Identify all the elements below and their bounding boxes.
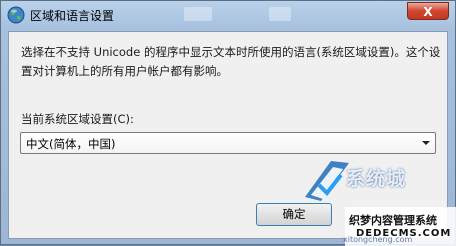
title-bar[interactable]: 区域和语言设置 X	[1, 1, 455, 31]
window-title: 区域和语言设置	[30, 9, 115, 23]
background-tab	[269, 7, 291, 21]
globe-icon	[7, 6, 25, 24]
description-text: 选择在不支持 Unicode 的程序中显示文本时所使用的语言(系统区域设置)。这…	[21, 45, 441, 78]
watermark-site-domain: xitongcheng.com	[343, 235, 413, 244]
chevron-down-icon[interactable]	[422, 141, 430, 145]
ok-button[interactable]: 确定	[256, 203, 332, 226]
select-value: 中文(简体，中国)	[26, 137, 116, 151]
watermark-cms-text: 织梦内容管理系统	[349, 214, 437, 227]
background-tab	[184, 7, 212, 21]
system-locale-label: 当前系统区域设置(C):	[21, 112, 134, 126]
system-locale-select[interactable]: 中文(简体，中国)	[20, 132, 436, 154]
dialog-window: 区域和语言设置 X 选择在不支持 Unicode 的程序中显示文本时所使用的语言…	[0, 0, 456, 246]
watermark-site-text: 系统城	[346, 168, 407, 190]
close-button[interactable]: X	[407, 2, 449, 20]
